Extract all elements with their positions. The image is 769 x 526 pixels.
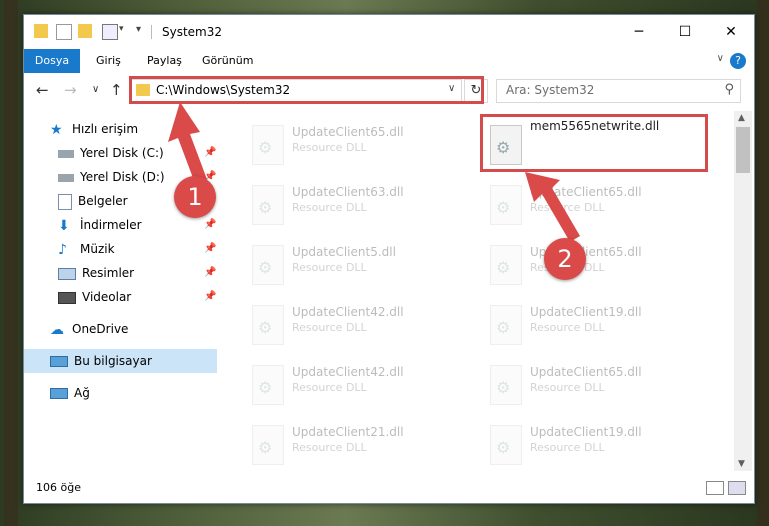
step-1-badge: 1 [174,176,216,218]
arrow-1 [168,102,208,186]
step-2-badge: 2 [544,238,586,280]
arrow-2 [525,172,580,242]
annotation-arrows [168,102,580,242]
